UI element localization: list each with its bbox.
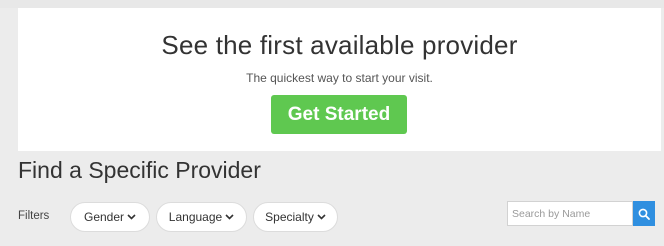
hero-subtitle: The quickest way to start your visit. — [246, 71, 433, 85]
search-button[interactable] — [633, 201, 655, 226]
section-title: Find a Specific Provider — [18, 157, 261, 183]
top-strip — [0, 0, 664, 8]
filter-specialty-label: Specialty — [265, 210, 314, 224]
search-icon — [638, 208, 650, 220]
filters-label: Filters — [18, 210, 50, 222]
filter-language-label: Language — [168, 210, 223, 224]
filter-gender-dropdown[interactable]: Gender — [70, 202, 150, 232]
chevron-down-icon — [317, 214, 326, 220]
filter-specialty-dropdown[interactable]: Specialty — [253, 202, 338, 232]
filter-gender-label: Gender — [83, 210, 125, 224]
chevron-down-icon — [127, 214, 136, 220]
filter-language-dropdown[interactable]: Language — [156, 202, 247, 232]
get-started-button[interactable]: Get Started — [271, 95, 407, 134]
search-by-name-input[interactable] — [507, 201, 633, 226]
hero-title: See the first available provider — [161, 30, 518, 60]
chevron-down-icon — [225, 214, 234, 220]
hero-panel: See the first available provider The qui… — [18, 8, 661, 151]
